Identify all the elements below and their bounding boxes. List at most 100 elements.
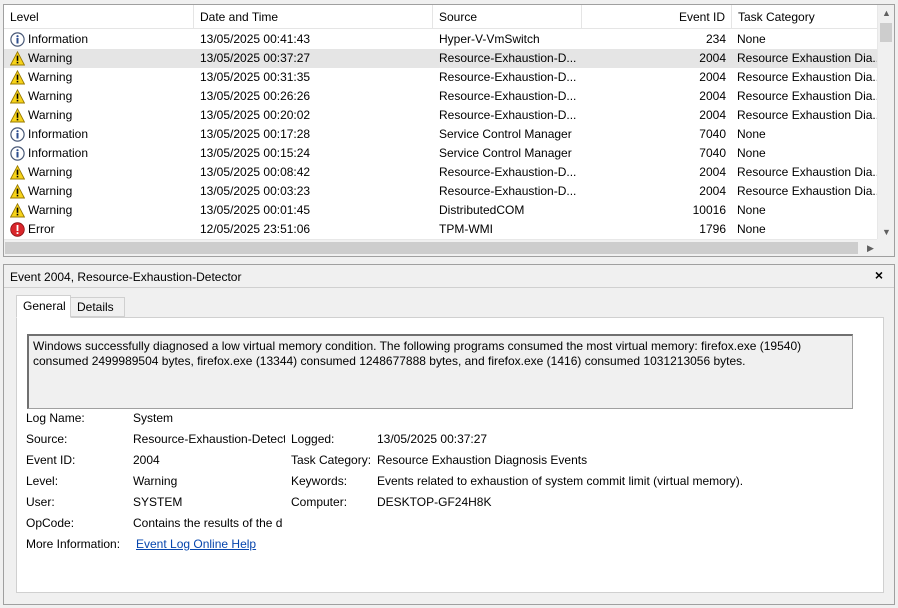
tab-details[interactable]: Details [70, 297, 125, 317]
row-level: Warning [10, 87, 190, 106]
warning-icon [10, 69, 26, 85]
table-row[interactable]: Information 13/05/2025 00:41:43 Hyper-V-Vm… [4, 30, 879, 49]
event-log-online-help-link[interactable]: Event Log Online Help [136, 537, 256, 551]
information-icon [10, 127, 25, 142]
row-level: Information [10, 144, 190, 163]
tab-general[interactable]: General [16, 295, 71, 318]
table-row[interactable]: Information 13/05/2025 00:17:28 Service Co… [4, 125, 879, 144]
information-icon [10, 146, 25, 161]
row-level: Warning [10, 182, 190, 201]
table-row[interactable]: Warning 13/05/2025 00:20:02 Resource-Exhau… [4, 106, 879, 125]
column-header-event-id[interactable]: Event ID [582, 5, 732, 29]
row-event-id: 10016 [692, 203, 726, 217]
opcode-value: Contains the results of the d [133, 516, 283, 530]
event-list[interactable]: Level Date and Time Source Event ID Task… [3, 4, 895, 257]
more-information-label: More Information: [26, 537, 121, 551]
row-source: Service Control Manager [439, 127, 572, 141]
row-level-text: Information [28, 32, 89, 46]
row-task-category: None [737, 32, 766, 46]
source-label: Source: [26, 432, 68, 446]
row-date: 13/05/2025 00:20:02 [200, 108, 311, 122]
column-header-source[interactable]: Source [433, 5, 582, 29]
row-event-id: 2004 [699, 51, 726, 65]
row-event-id: 1796 [699, 222, 726, 236]
row-date: 13/05/2025 00:37:27 [200, 51, 311, 65]
row-source: Resource-Exhaustion-D... [439, 70, 577, 84]
warning-icon [10, 50, 26, 66]
details-title: Event 2004, Resource-Exhaustion-Detector [10, 270, 242, 284]
row-level: Warning [10, 49, 190, 68]
row-source: Service Control Manager [439, 146, 572, 160]
row-level-text: Warning [28, 70, 73, 84]
row-source: TPM-WMI [439, 222, 493, 236]
row-date: 13/05/2025 00:08:42 [200, 165, 311, 179]
logged-label: Logged: [291, 432, 335, 446]
row-date: 12/05/2025 23:51:06 [200, 222, 311, 236]
event-message[interactable]: Windows successfully diagnosed a low vir… [27, 334, 853, 409]
scrollbar-corner [877, 239, 894, 256]
row-task-category: Resource Exhaustion Dia... [737, 108, 877, 122]
warning-icon [10, 202, 26, 218]
table-row[interactable]: Warning 13/05/2025 00:08:42 Resource-Exhau… [4, 163, 879, 182]
log-name-value: System [133, 411, 174, 425]
row-source: Resource-Exhaustion-D... [439, 89, 577, 103]
row-source: Hyper-V-VmSwitch [439, 32, 540, 46]
row-level-text: Warning [28, 108, 73, 122]
keywords-label: Keywords: [291, 474, 348, 488]
opcode-label: OpCode: [26, 516, 75, 530]
table-row[interactable]: Information 13/05/2025 00:15:24 Service Co… [4, 144, 879, 163]
divider [4, 287, 894, 288]
horizontal-scrollbar[interactable]: ▶ [4, 239, 879, 256]
column-header-level[interactable]: Level [4, 5, 194, 29]
row-level-text: Information [28, 146, 89, 160]
column-header-date[interactable]: Date and Time [194, 5, 433, 29]
event-id-value: 2004 [133, 453, 160, 467]
row-task-category: None [737, 127, 766, 141]
row-event-id: 2004 [699, 165, 726, 179]
vertical-scrollbar[interactable]: ▲ ▼ [877, 5, 894, 241]
table-row[interactable]: Warning 13/05/2025 00:37:27 Resource-Exhau… [4, 49, 879, 68]
row-level-text: Warning [28, 203, 73, 217]
source-value: Resource-Exhaustion-Detect [133, 432, 285, 446]
row-task-category: Resource Exhaustion Dia... [737, 70, 877, 84]
list-header: Level Date and Time Source Event ID Task… [4, 5, 879, 29]
logged-value: 13/05/2025 00:37:27 [377, 432, 488, 446]
row-task-category: Resource Exhaustion Dia... [737, 165, 877, 179]
vertical-scroll-thumb[interactable] [880, 23, 892, 42]
task-category-label: Task Category: [291, 453, 372, 467]
event-rows: Information 13/05/2025 00:41:43 Hyper-V-Vm… [4, 30, 879, 239]
close-icon[interactable]: × [872, 268, 886, 282]
column-header-task-category[interactable]: Task Category [732, 5, 879, 29]
row-level-text: Error [28, 222, 55, 236]
row-level: Warning [10, 163, 190, 182]
table-row[interactable]: Warning 13/05/2025 00:26:26 Resource-Exhau… [4, 87, 879, 106]
table-row[interactable]: Warning 13/05/2025 00:31:35 Resource-Exhau… [4, 68, 879, 87]
row-level: Information [10, 30, 190, 49]
row-level: Warning [10, 201, 190, 220]
row-level-text: Warning [28, 51, 73, 65]
general-tab-body: Windows successfully diagnosed a low vir… [16, 317, 884, 593]
row-level-text: Warning [28, 89, 73, 103]
row-task-category: None [737, 222, 766, 236]
row-level-text: Information [28, 127, 89, 141]
user-label: User: [26, 495, 55, 509]
keywords-value: Events related to exhaustion of system c… [377, 474, 744, 488]
table-row[interactable]: Warning 13/05/2025 00:03:23 Resource-Exhau… [4, 182, 879, 201]
row-level-text: Warning [28, 165, 73, 179]
row-level: Error [10, 220, 190, 239]
table-row[interactable]: Warning 13/05/2025 00:01:45 DistributedCOM… [4, 201, 879, 220]
event-details-pane: Event 2004, Resource-Exhaustion-Detector… [3, 264, 895, 605]
level-label: Level: [26, 474, 59, 488]
computer-value: DESKTOP-GF24H8K [377, 495, 492, 509]
table-row[interactable]: Error 12/05/2025 23:51:06 TPM-WMI 1796 None [4, 220, 879, 239]
scroll-up-icon[interactable]: ▲ [878, 5, 894, 22]
row-source: DistributedCOM [439, 203, 525, 217]
horizontal-scroll-thumb[interactable] [5, 242, 858, 254]
row-date: 13/05/2025 00:03:23 [200, 184, 311, 198]
error-icon [10, 222, 25, 237]
information-icon [10, 32, 25, 47]
task-category-value: Resource Exhaustion Diagnosis Events [377, 453, 588, 467]
row-event-id: 2004 [699, 184, 726, 198]
row-level: Warning [10, 68, 190, 87]
event-id-label: Event ID: [26, 453, 76, 467]
